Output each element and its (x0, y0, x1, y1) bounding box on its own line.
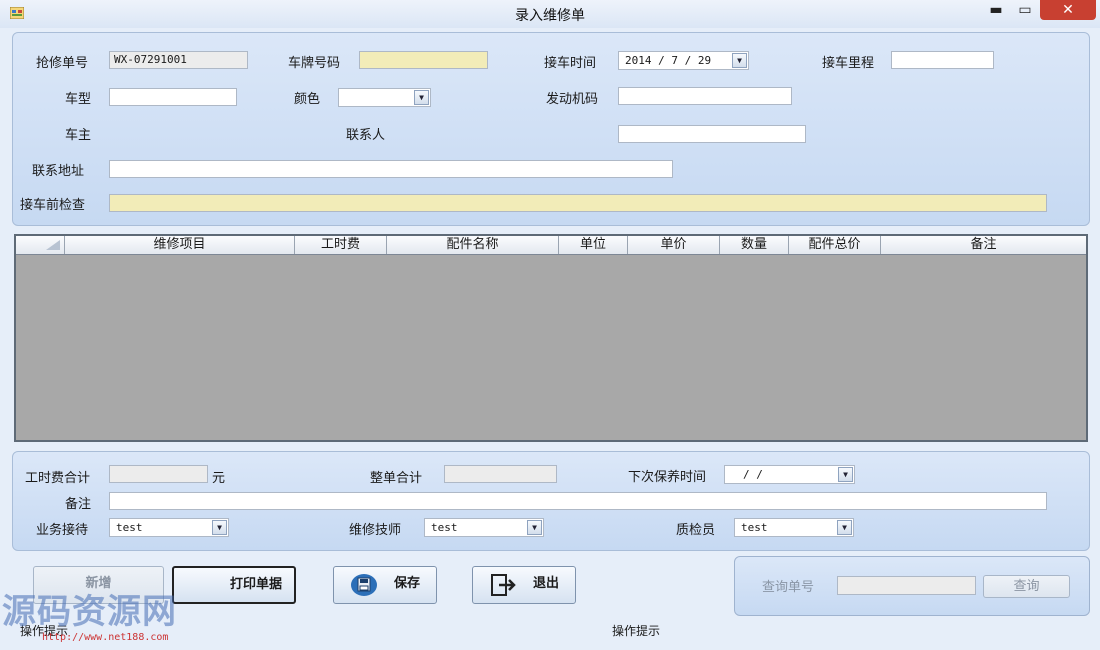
plate-label: 车牌号码 (288, 56, 341, 71)
col-labor-fee[interactable]: 工时费 (294, 236, 386, 254)
reception-label: 业务接待 (36, 523, 89, 538)
order-total-label: 整单合计 (370, 471, 423, 486)
corner-triangle-icon (46, 240, 60, 250)
exit-button-label: 退出 (532, 576, 559, 591)
chevron-down-icon[interactable]: ▼ (732, 53, 747, 68)
reception-value: test (116, 521, 143, 534)
pickup-date-picker[interactable]: 2014 / 7 / 29 ▼ (618, 51, 749, 70)
chevron-down-icon[interactable]: ▼ (837, 520, 852, 535)
contact-label: 联系人 (346, 128, 386, 143)
reception-select[interactable]: test ▼ (109, 518, 229, 537)
color-select[interactable]: ▼ (338, 88, 431, 107)
model-field[interactable] (109, 88, 237, 106)
labor-total-field[interactable] (109, 465, 208, 483)
contact-field[interactable] (618, 125, 806, 143)
save-button-label: 保存 (393, 576, 420, 591)
order-total-field[interactable] (444, 465, 557, 483)
order-no-field[interactable]: WX-07291001 (109, 51, 248, 69)
pickup-time-label: 接车时间 (544, 56, 597, 71)
grid-header: 维修项目 工时费 配件名称 单位 单价 数量 配件总价 备注 (16, 236, 1086, 255)
engine-label: 发动机码 (546, 92, 599, 107)
engine-field[interactable] (618, 87, 792, 105)
plate-field[interactable] (359, 51, 488, 69)
chevron-down-icon[interactable]: ▼ (212, 520, 227, 535)
col-unit-price[interactable]: 单价 (627, 236, 719, 254)
window-title: 录入维修单 (515, 8, 585, 24)
col-repair-item[interactable]: 维修项目 (64, 236, 294, 254)
next-service-value: / / (743, 468, 763, 481)
exit-button[interactable]: 退出 (472, 566, 576, 604)
col-remark[interactable]: 备注 (880, 236, 1086, 254)
chevron-down-icon[interactable]: ▼ (838, 467, 853, 482)
next-service-date-picker[interactable]: / / ▼ (724, 465, 855, 484)
technician-value: test (431, 521, 458, 534)
next-service-label: 下次保养时间 (628, 470, 707, 485)
col-unit[interactable]: 单位 (558, 236, 627, 254)
query-label: 查询单号 (762, 580, 815, 595)
owner-label: 车主 (65, 128, 92, 143)
labor-total-label: 工时费合计 (25, 471, 91, 486)
print-button[interactable]: 打印单据 (172, 566, 296, 604)
watermark: 源码资源网 (2, 592, 177, 632)
model-label: 车型 (65, 92, 92, 107)
precheck-label: 接车前检查 (20, 198, 86, 213)
save-button[interactable]: 保存 (333, 566, 437, 604)
query-button[interactable]: 查询 (983, 575, 1070, 598)
watermark-url: http://www.net188.com (42, 632, 169, 643)
remark-field[interactable] (109, 492, 1047, 510)
chevron-down-icon[interactable]: ▼ (414, 90, 429, 105)
pickup-date-value: 2014 / 7 / 29 (625, 54, 712, 67)
mileage-field[interactable] (891, 51, 994, 69)
maximize-button[interactable]: ▭ (1014, 0, 1036, 20)
technician-label: 维修技师 (349, 523, 402, 538)
minimize-button[interactable]: ▬ (986, 0, 1006, 20)
inspector-value: test (741, 521, 768, 534)
precheck-field[interactable] (109, 194, 1047, 212)
inspector-label: 质检员 (676, 523, 716, 538)
close-button[interactable]: ✕ (1040, 0, 1096, 20)
color-label: 颜色 (294, 92, 321, 107)
address-field[interactable] (109, 160, 673, 178)
remark-label: 备注 (65, 497, 92, 512)
technician-select[interactable]: test ▼ (424, 518, 544, 537)
status-center: 操作提示 (612, 624, 661, 638)
col-part-name[interactable]: 配件名称 (386, 236, 558, 254)
labor-unit-label: 元 (212, 471, 226, 486)
repair-items-grid[interactable]: 维修项目 工时费 配件名称 单位 单价 数量 配件总价 备注 (14, 234, 1088, 442)
chevron-down-icon[interactable]: ▼ (527, 520, 542, 535)
query-button-label: 查询 (1013, 579, 1040, 594)
query-order-field[interactable] (837, 576, 976, 595)
address-label: 联系地址 (32, 164, 85, 179)
select-all-corner[interactable] (16, 236, 64, 254)
col-quantity[interactable]: 数量 (719, 236, 788, 254)
col-parts-total[interactable]: 配件总价 (788, 236, 880, 254)
inspector-select[interactable]: test ▼ (734, 518, 854, 537)
print-button-label: 打印单据 (229, 577, 282, 592)
mileage-label: 接车里程 (822, 56, 875, 71)
order-no-label: 抢修单号 (36, 56, 89, 71)
